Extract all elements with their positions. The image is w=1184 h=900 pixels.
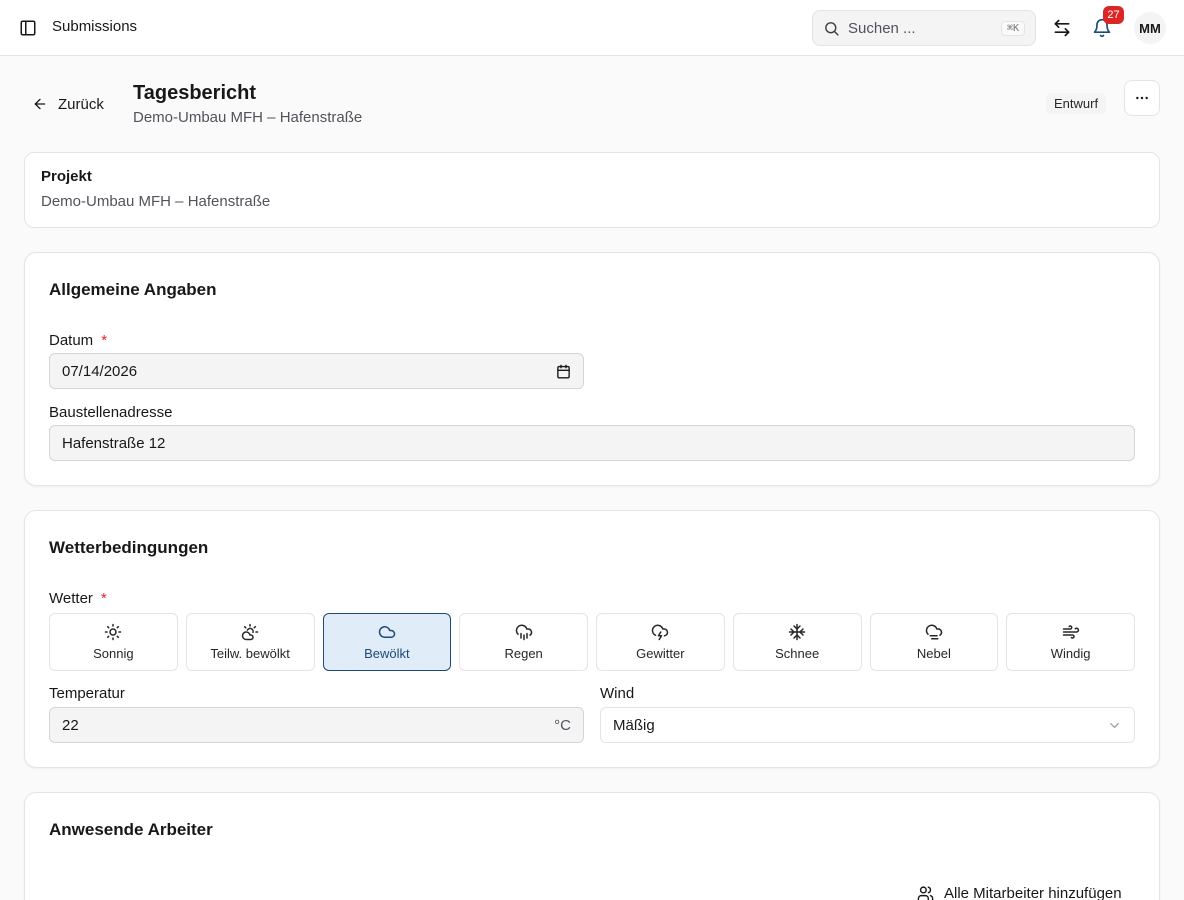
cloud-icon: [378, 626, 396, 638]
notification-count-badge: 27: [1103, 6, 1124, 24]
weather-option-label: Bewölkt: [364, 646, 410, 661]
more-horizontal-icon: [1136, 96, 1148, 100]
sun-icon: [105, 623, 122, 641]
weather-label-text: Wetter: [49, 590, 93, 607]
chevron-down-icon: [1110, 722, 1119, 728]
back-label: Zurück: [58, 95, 104, 113]
weather-option-label: Windig: [1050, 646, 1091, 661]
breadcrumb-title: Submissions: [52, 18, 138, 35]
temperature-unit: °C: [554, 716, 571, 734]
project-card: Projekt Demo-Umbau MFH – Hafenstraße: [24, 152, 1160, 228]
search-icon: [825, 21, 839, 36]
weather-option-windig[interactable]: Windig: [1006, 613, 1135, 671]
date-value: 07/14/2026: [62, 362, 138, 380]
search-placeholder: Suchen ...: [848, 19, 916, 37]
page-title: Tagesbericht: [133, 82, 256, 104]
date-field[interactable]: 07/14/2026: [49, 353, 584, 389]
required-marker: *: [100, 590, 107, 607]
weather-option-bewoelkt[interactable]: Bewölkt: [322, 613, 452, 671]
weather-option-teilw-bewoelkt[interactable]: Teilw. bewölkt: [185, 613, 315, 671]
address-label: Baustellenadresse: [49, 404, 173, 421]
weather-option-label: Schnee: [775, 646, 820, 661]
temperature-field[interactable]: 22 °C: [49, 707, 584, 743]
weather-card: Wetterbedingungen Wetter * Sonnig Teilw. …: [24, 510, 1160, 768]
weather-option-regen[interactable]: Regen: [459, 613, 588, 671]
workers-card: Anwesende Arbeiter Alle Mitarbeiter hinz…: [24, 792, 1160, 900]
weather-option-label: Sonnig: [93, 646, 134, 661]
weather-option-schnee[interactable]: Schnee: [732, 613, 862, 671]
general-info-card: Allgemeine Angaben Datum * 07/14/2026 Bau…: [24, 252, 1160, 486]
wind-label: Wind: [600, 685, 635, 702]
status-badge: Entwurf: [1046, 93, 1107, 114]
weather-option-label: Regen: [504, 646, 543, 661]
weather-heading: Wetterbedingungen: [49, 538, 209, 557]
add-all-workers-label: Alle Mitarbeiter hinzufügen: [944, 885, 1122, 900]
general-info-heading: Allgemeine Angaben: [49, 280, 217, 299]
project-label: Projekt: [41, 168, 92, 185]
cloud-lightning-icon: [652, 624, 669, 641]
cloud-fog-icon: [925, 624, 943, 640]
cloud-sun-icon: [241, 623, 259, 641]
weather-option-sonnig[interactable]: Sonnig: [49, 613, 178, 671]
search-input[interactable]: Suchen ... ⌘K: [812, 10, 1036, 46]
wind-select[interactable]: Mäßig: [600, 707, 1135, 743]
back-button[interactable]: Zurück: [32, 92, 104, 116]
users-icon: [917, 886, 934, 900]
temperature-label: Temperatur: [49, 685, 125, 702]
switch-button[interactable]: [1046, 12, 1078, 44]
arrow-left-right-icon: [1054, 19, 1070, 37]
sidebar-toggle-icon: [20, 20, 36, 36]
weather-option-label: Gewitter: [636, 646, 685, 661]
weather-label: Wetter *: [49, 590, 107, 607]
project-value: Demo-Umbau MFH – Hafenstraße: [41, 193, 271, 210]
temperature-value: 22: [62, 716, 79, 734]
workers-heading: Anwesende Arbeiter: [49, 820, 213, 839]
wind-value: Mäßig: [613, 716, 655, 734]
more-options-button[interactable]: [1124, 80, 1160, 116]
cloud-rain-icon: [515, 624, 532, 641]
required-marker: *: [101, 332, 108, 349]
top-bar: Submissions Suchen ... ⌘K 27 MM: [0, 0, 1184, 56]
date-label: Datum *: [49, 332, 107, 349]
sidebar-toggle-button[interactable]: [12, 12, 44, 44]
snowflake-icon: [788, 623, 806, 641]
weather-option-label: Teilw. bewölkt: [210, 646, 290, 661]
weather-option-nebel[interactable]: Nebel: [869, 613, 999, 671]
weather-option-gewitter[interactable]: Gewitter: [596, 613, 725, 671]
add-all-workers-button[interactable]: Alle Mitarbeiter hinzufügen: [917, 885, 1122, 900]
address-value: Hafenstraße 12: [62, 434, 166, 452]
weather-options: Sonnig Teilw. bewölkt Bewölkt Regen Gewi…: [49, 613, 1135, 671]
address-field[interactable]: Hafenstraße 12: [49, 425, 1135, 461]
calendar-icon[interactable]: [556, 364, 571, 379]
weather-option-label: Nebel: [916, 646, 951, 661]
arrow-left-icon: [34, 98, 46, 110]
date-label-text: Datum: [49, 332, 94, 349]
search-shortcut: ⌘K: [1000, 20, 1025, 36]
page-subtitle: Demo-Umbau MFH – Hafenstraße: [133, 109, 363, 126]
wind-icon: [1062, 625, 1079, 639]
user-avatar[interactable]: MM: [1134, 12, 1166, 44]
